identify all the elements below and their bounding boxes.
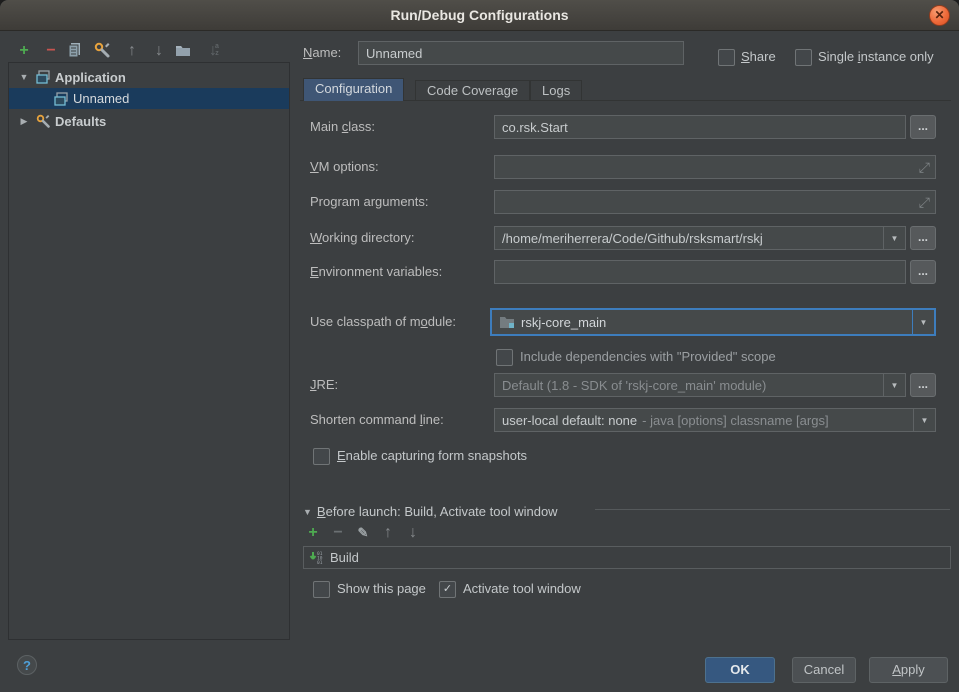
main-class-label: Main class:	[310, 115, 375, 139]
environment-variables-label: Environment variables:	[310, 260, 442, 284]
tree-item-unnamed[interactable]: Unnamed	[9, 88, 289, 109]
show-this-page-checkbox[interactable]: Show this page	[313, 577, 426, 601]
show-this-page-label: Show this page	[337, 577, 426, 601]
activate-tool-window-checkbox[interactable]: ✓ Activate tool window	[439, 577, 581, 601]
activate-tool-window-checkbox-box[interactable]: ✓	[439, 581, 456, 598]
before-launch-title: Before launch: Build, Activate tool wind…	[317, 500, 558, 524]
before-launch-toolbar: + − ✎ ↑ ↓	[305, 523, 421, 543]
expand-field-icon[interactable]: ⤢	[919, 159, 930, 176]
single-instance-label: Single instance only	[818, 45, 934, 69]
name-input[interactable]: Unnamed	[358, 41, 684, 65]
show-this-page-checkbox-box[interactable]	[313, 581, 330, 598]
title-bar[interactable]: Run/Debug Configurations ✕	[0, 0, 959, 31]
edit-defaults-icon[interactable]	[93, 41, 117, 61]
task-build-item[interactable]: Build	[330, 546, 359, 570]
defaults-icon	[35, 113, 51, 129]
tree-item-application[interactable]: ▼ Application	[9, 66, 289, 88]
run-debug-configurations-dialog: Run/Debug Configurations ✕ + − ↑ ↓ ↓az N…	[0, 0, 959, 692]
chevron-down-icon[interactable]: ▼	[17, 72, 31, 82]
jre-combobox[interactable]: Default (1.8 - SDK of 'rskj-core_main' m…	[494, 373, 906, 397]
single-instance-checkbox[interactable]: Single instance only	[795, 45, 934, 69]
close-icon[interactable]: ✕	[929, 5, 950, 26]
shorten-command-line-label: Shorten command line:	[310, 408, 444, 432]
sort-alphabetically-icon[interactable]: ↓az	[201, 41, 225, 61]
svg-text:01: 01	[317, 560, 323, 566]
jre-label: JRE:	[310, 373, 338, 397]
environment-variables-browse-button[interactable]: ...	[910, 260, 936, 284]
chevron-down-icon[interactable]: ▼	[913, 409, 935, 431]
before-launch-separator	[595, 509, 950, 510]
move-up-icon[interactable]: ↑	[120, 41, 144, 61]
tab-configuration[interactable]: Configuration	[303, 78, 404, 101]
share-checkbox[interactable]: Share	[718, 45, 776, 69]
working-directory-label: Working directory:	[310, 226, 415, 250]
tab-code-coverage[interactable]: Code Coverage	[415, 80, 530, 101]
chevron-down-icon[interactable]: ▼	[883, 227, 905, 249]
main-class-input[interactable]: co.rsk.Start	[494, 115, 906, 139]
add-configuration-icon[interactable]: +	[12, 41, 36, 61]
working-directory-browse-button[interactable]: ...	[910, 226, 936, 250]
jre-browse-button[interactable]: ...	[910, 373, 936, 397]
move-down-icon[interactable]: ↓	[147, 41, 171, 61]
copy-configuration-icon[interactable]	[66, 41, 90, 61]
help-icon[interactable]: ?	[17, 655, 37, 675]
remove-task-icon[interactable]: −	[330, 523, 346, 543]
edit-task-icon[interactable]: ✎	[355, 523, 371, 543]
new-folder-icon[interactable]	[174, 41, 198, 61]
program-arguments-input[interactable]: ⤢	[494, 190, 936, 214]
expand-field-icon[interactable]: ⤢	[919, 194, 930, 211]
tree-item-defaults[interactable]: ▶ Defaults	[9, 110, 289, 132]
module-icon	[499, 315, 515, 329]
enable-capturing-checkbox[interactable]: Enable capturing form snapshots	[313, 444, 527, 468]
chevron-down-icon[interactable]: ▼	[883, 374, 905, 396]
configurations-toolbar: + − ↑ ↓ ↓az	[12, 41, 225, 61]
enable-capturing-label: Enable capturing form snapshots	[337, 444, 527, 468]
remove-configuration-icon[interactable]: −	[39, 41, 63, 61]
add-task-icon[interactable]: +	[305, 523, 321, 543]
configurations-tree: ▼ Application Unnamed ▶ Defaults	[8, 62, 290, 640]
before-launch-header[interactable]: ▼ Before launch: Build, Activate tool wi…	[303, 500, 558, 524]
use-classpath-label: Use classpath of module:	[310, 310, 456, 334]
include-dependencies-checkbox[interactable]: Include dependencies with "Provided" sco…	[496, 345, 776, 369]
environment-variables-input[interactable]	[494, 260, 906, 284]
name-label: Name:	[303, 41, 341, 65]
shorten-command-line-combobox[interactable]: user-local default: none - java [options…	[494, 408, 936, 432]
checkmark-icon: ✓	[443, 583, 452, 596]
include-dependencies-label: Include dependencies with "Provided" sco…	[520, 345, 776, 369]
include-dependencies-checkbox-box[interactable]	[496, 349, 513, 366]
cancel-button[interactable]: Cancel	[792, 657, 856, 683]
vm-options-input[interactable]: ⤢	[494, 155, 936, 179]
main-class-browse-button[interactable]: ...	[910, 115, 936, 139]
move-task-down-icon[interactable]: ↓	[405, 523, 421, 543]
before-launch-task-list: 011001 Build	[303, 546, 951, 569]
ok-button[interactable]: OK	[705, 657, 775, 683]
application-type-icon	[53, 91, 69, 107]
share-label: Share	[741, 45, 776, 69]
vm-options-label: VM options:	[310, 155, 379, 179]
working-directory-combobox[interactable]: /home/meriherrera/Code/Github/rsksmart/r…	[494, 226, 906, 250]
build-icon: 011001	[309, 550, 325, 566]
enable-capturing-checkbox-box[interactable]	[313, 448, 330, 465]
tab-logs[interactable]: Logs	[530, 80, 582, 101]
dialog-title: Run/Debug Configurations	[0, 0, 959, 30]
chevron-right-icon[interactable]: ▶	[17, 116, 31, 127]
use-classpath-combobox[interactable]: rskj-core_main ▼	[490, 308, 936, 336]
chevron-down-icon[interactable]: ▼	[912, 310, 934, 334]
apply-button[interactable]: Apply	[869, 657, 948, 683]
activate-tool-window-label: Activate tool window	[463, 577, 581, 601]
program-arguments-label: Program arguments:	[310, 190, 429, 214]
move-task-up-icon[interactable]: ↑	[380, 523, 396, 543]
share-checkbox-box[interactable]	[718, 49, 735, 66]
chevron-down-icon[interactable]: ▼	[303, 507, 312, 517]
single-instance-checkbox-box[interactable]	[795, 49, 812, 66]
application-type-icon	[35, 69, 51, 85]
